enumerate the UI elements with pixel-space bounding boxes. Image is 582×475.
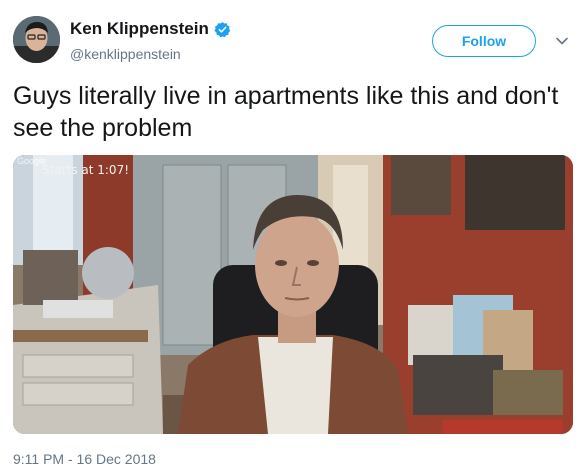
author-display-name[interactable]: Ken Klippenstein [70, 19, 209, 39]
tweet-card: Ken Klippenstein @kenklippenstein Follow… [0, 0, 582, 475]
tweet-timestamp[interactable]: 9:11 PM - 16 Dec 2018 [13, 451, 156, 467]
media-photo [13, 155, 573, 434]
media-overlay-text: Starts at 1:07! [42, 163, 130, 177]
author-handle[interactable]: @kenklippenstein [70, 46, 181, 62]
tweet-text: Guys literally live in apartments like t… [13, 82, 559, 142]
tweet-media-image[interactable]: Google Starts at 1:07! [13, 155, 573, 434]
avatar[interactable] [13, 16, 60, 63]
follow-button[interactable]: Follow [432, 25, 536, 57]
verified-badge-icon [214, 21, 231, 37]
author-name-row: Ken Klippenstein [70, 19, 231, 39]
avatar-image [13, 16, 60, 63]
chevron-down-icon[interactable] [555, 34, 569, 48]
